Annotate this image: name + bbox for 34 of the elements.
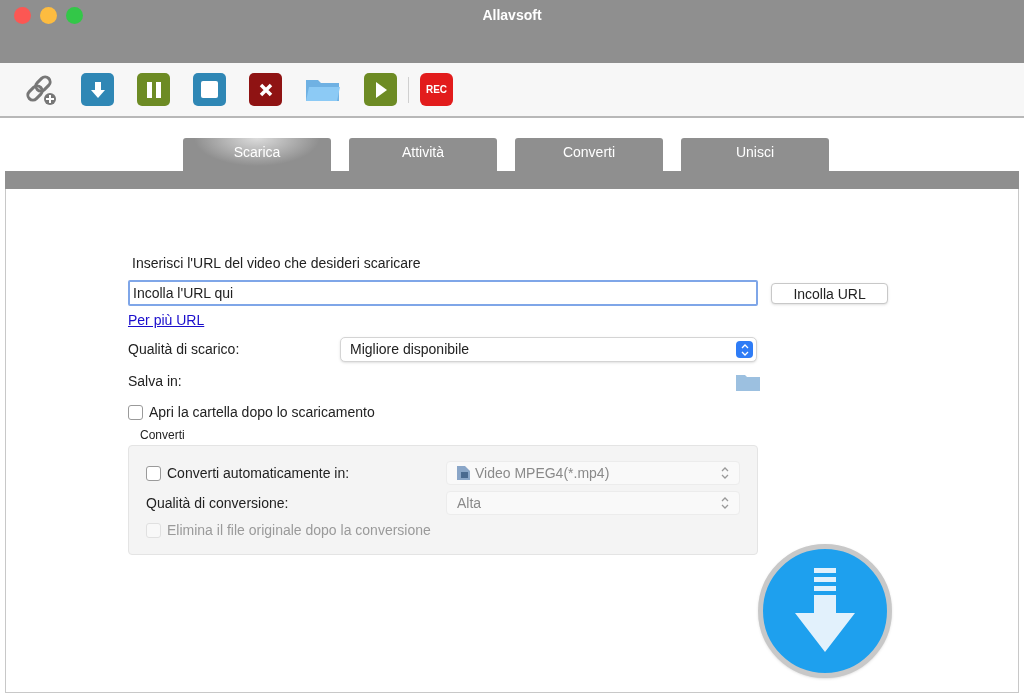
video-file-icon — [456, 466, 470, 480]
play-icon[interactable] — [364, 73, 397, 106]
url-field[interactable]: Incolla l'URL qui — [128, 280, 759, 306]
record-button[interactable]: REC — [420, 73, 453, 106]
tab[interactable]: Unisci — [681, 138, 829, 171]
minimize-button[interactable] — [40, 7, 57, 24]
save-label: Salva in: — [128, 372, 182, 391]
add-link-icon[interactable] — [24, 72, 58, 107]
tab[interactable]: Converti — [515, 138, 663, 171]
down-arrow-icon — [795, 568, 855, 654]
tab[interactable]: Scarica — [183, 138, 331, 171]
delete-original-label: Elimina il file originale dopo la conversione — [167, 521, 431, 540]
quality-dropdown[interactable]: Migliore disponibile — [340, 337, 757, 362]
convert-group-title: Converti — [140, 427, 186, 444]
pause-icon[interactable] — [137, 73, 170, 106]
conversion-quality-label: Qualità di conversione: — [146, 493, 290, 513]
zoom-button[interactable] — [66, 7, 83, 24]
checkbox[interactable] — [146, 465, 161, 481]
stepper-icon — [721, 466, 729, 480]
quality-label: Qualità di scarico: — [128, 340, 241, 359]
folder-icon[interactable] — [736, 372, 760, 391]
open-folder-label: Apri la cartella dopo lo scaricamento — [149, 403, 375, 422]
stepper-icon — [740, 342, 749, 357]
delete-icon[interactable] — [249, 73, 282, 106]
stop-icon[interactable] — [193, 73, 226, 106]
auto-convert-label: Converti automaticamente in: — [167, 463, 350, 483]
stepper-icon — [721, 496, 729, 510]
url-label: Inserisci l'URL del video che desideri scaricare — [132, 254, 422, 273]
multi-url-link[interactable]: Per più URL — [128, 310, 205, 331]
download-icon[interactable] — [81, 73, 114, 106]
window-title: Allavsoft — [482, 6, 542, 25]
checkbox[interactable] — [128, 405, 143, 420]
paste-url-button[interactable]: Incolla URL — [771, 282, 888, 304]
tab[interactable]: Attività — [349, 138, 497, 171]
